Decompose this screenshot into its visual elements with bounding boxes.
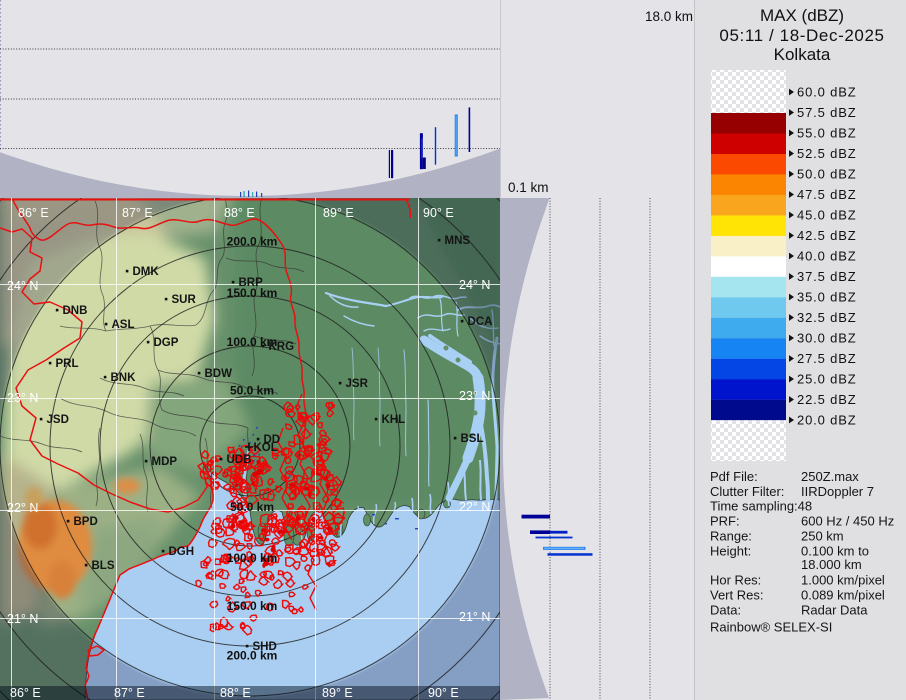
svg-text:21° N: 21° N bbox=[7, 612, 38, 626]
svg-text:MDP: MDP bbox=[152, 456, 178, 468]
svg-text:PRL: PRL bbox=[56, 358, 79, 370]
svg-text:Data:: Data: bbox=[710, 603, 741, 618]
svg-text:Time sampling:48: Time sampling:48 bbox=[710, 499, 812, 514]
svg-text:ASL: ASL bbox=[112, 319, 135, 331]
svg-text:BLS: BLS bbox=[92, 560, 115, 572]
svg-text:47.5 dBZ: 47.5 dBZ bbox=[797, 187, 857, 202]
svg-text:20.0 dBZ: 20.0 dBZ bbox=[797, 413, 857, 428]
svg-text:22.5 dBZ: 22.5 dBZ bbox=[797, 392, 857, 407]
svg-text:600 Hz / 450 Hz: 600 Hz / 450 Hz bbox=[801, 514, 894, 529]
svg-text:50.0 km: 50.0 km bbox=[230, 384, 274, 398]
svg-text:SUR: SUR bbox=[172, 294, 197, 306]
svg-text:86° E: 86° E bbox=[18, 206, 49, 220]
svg-text:DMK: DMK bbox=[133, 266, 160, 278]
svg-text:BNK: BNK bbox=[111, 372, 137, 384]
svg-text:88° E: 88° E bbox=[220, 686, 251, 700]
svg-text:Height:: Height: bbox=[710, 544, 751, 559]
svg-text:35.0 dBZ: 35.0 dBZ bbox=[797, 290, 857, 305]
svg-text:88° E: 88° E bbox=[224, 206, 255, 220]
svg-text:BRP: BRP bbox=[239, 277, 264, 289]
svg-text:MNS: MNS bbox=[445, 235, 471, 247]
svg-text:52.5 dBZ: 52.5 dBZ bbox=[797, 146, 857, 161]
svg-text:IIRDoppler 7: IIRDoppler 7 bbox=[801, 484, 874, 499]
svg-text:Kolkata: Kolkata bbox=[774, 45, 831, 64]
svg-text:250Z.max: 250Z.max bbox=[801, 469, 859, 484]
svg-text:50.0 dBZ: 50.0 dBZ bbox=[797, 167, 857, 182]
svg-text:PRF:: PRF: bbox=[710, 514, 740, 529]
svg-text:250 km: 250 km bbox=[801, 529, 844, 544]
svg-text:89° E: 89° E bbox=[322, 686, 353, 700]
svg-text:90° E: 90° E bbox=[428, 686, 459, 700]
svg-text:1.000 km/pixel: 1.000 km/pixel bbox=[801, 573, 885, 588]
svg-text:SHD: SHD bbox=[253, 641, 277, 653]
svg-text:Range:: Range: bbox=[710, 529, 752, 544]
svg-text:05:11 / 18-Dec-2025: 05:11 / 18-Dec-2025 bbox=[719, 26, 884, 45]
svg-text:30.0 dBZ: 30.0 dBZ bbox=[797, 331, 857, 346]
svg-text:57.5 dBZ: 57.5 dBZ bbox=[797, 105, 857, 120]
svg-text:22° N: 22° N bbox=[7, 501, 38, 515]
svg-text:60.0 dBZ: 60.0 dBZ bbox=[797, 85, 857, 100]
svg-text:JSR: JSR bbox=[346, 378, 369, 390]
svg-text:50.0 km: 50.0 km bbox=[230, 500, 274, 514]
svg-text:18.0 km: 18.0 km bbox=[645, 9, 693, 24]
svg-text:BPD: BPD bbox=[74, 516, 98, 528]
svg-text:Clutter Filter:: Clutter Filter: bbox=[710, 484, 784, 499]
svg-text:200.0 km: 200.0 km bbox=[227, 235, 278, 249]
svg-text:DNB: DNB bbox=[63, 305, 88, 317]
svg-text:KOL: KOL bbox=[254, 442, 278, 454]
svg-text:Radar Data: Radar Data bbox=[801, 603, 868, 618]
svg-text:Rainbow® SELEX-SI: Rainbow® SELEX-SI bbox=[710, 620, 832, 635]
svg-text:BSL: BSL bbox=[461, 433, 484, 445]
svg-text:89° E: 89° E bbox=[323, 206, 354, 220]
svg-text:UDB: UDB bbox=[227, 454, 252, 466]
svg-text:0.089 km/pixel: 0.089 km/pixel bbox=[801, 588, 885, 603]
svg-text:21° N: 21° N bbox=[459, 610, 490, 624]
svg-text:Pdf File:: Pdf File: bbox=[710, 469, 758, 484]
svg-text:DCA: DCA bbox=[468, 316, 493, 328]
svg-text:18.000 km: 18.000 km bbox=[801, 557, 862, 572]
svg-text:100.0 km: 100.0 km bbox=[227, 551, 278, 565]
svg-text:Hor Res:: Hor Res: bbox=[710, 573, 761, 588]
svg-text:25.0 dBZ: 25.0 dBZ bbox=[797, 372, 857, 387]
svg-text:DGP: DGP bbox=[154, 337, 179, 349]
svg-text:0.1 km: 0.1 km bbox=[508, 180, 549, 195]
svg-text:23° N: 23° N bbox=[459, 389, 490, 403]
svg-text:24° N: 24° N bbox=[7, 279, 38, 293]
svg-text:JSD: JSD bbox=[47, 414, 69, 426]
svg-text:55.0 dBZ: 55.0 dBZ bbox=[797, 126, 857, 141]
svg-text:27.5 dBZ: 27.5 dBZ bbox=[797, 351, 857, 366]
svg-text:40.0 dBZ: 40.0 dBZ bbox=[797, 249, 857, 264]
svg-text:37.5 dBZ: 37.5 dBZ bbox=[797, 269, 857, 284]
svg-text:KRG: KRG bbox=[269, 341, 295, 353]
svg-text:42.5 dBZ: 42.5 dBZ bbox=[797, 228, 857, 243]
svg-text:32.5 dBZ: 32.5 dBZ bbox=[797, 310, 857, 325]
svg-text:BDW: BDW bbox=[205, 368, 233, 380]
svg-text:86° E: 86° E bbox=[10, 686, 41, 700]
svg-text:90° E: 90° E bbox=[423, 206, 454, 220]
svg-text:87° E: 87° E bbox=[114, 686, 145, 700]
svg-text:DGH: DGH bbox=[169, 546, 195, 558]
svg-text:87° E: 87° E bbox=[122, 206, 153, 220]
svg-text:23° N: 23° N bbox=[7, 391, 38, 405]
svg-text:22° N: 22° N bbox=[459, 500, 490, 514]
svg-text:Vert Res:: Vert Res: bbox=[710, 588, 763, 603]
svg-text:KHL: KHL bbox=[382, 414, 406, 426]
svg-text:45.0 dBZ: 45.0 dBZ bbox=[797, 208, 857, 223]
svg-text:150.0 km: 150.0 km bbox=[227, 599, 278, 613]
svg-text:MAX (dBZ): MAX (dBZ) bbox=[760, 6, 844, 25]
svg-text:24° N: 24° N bbox=[459, 278, 490, 292]
